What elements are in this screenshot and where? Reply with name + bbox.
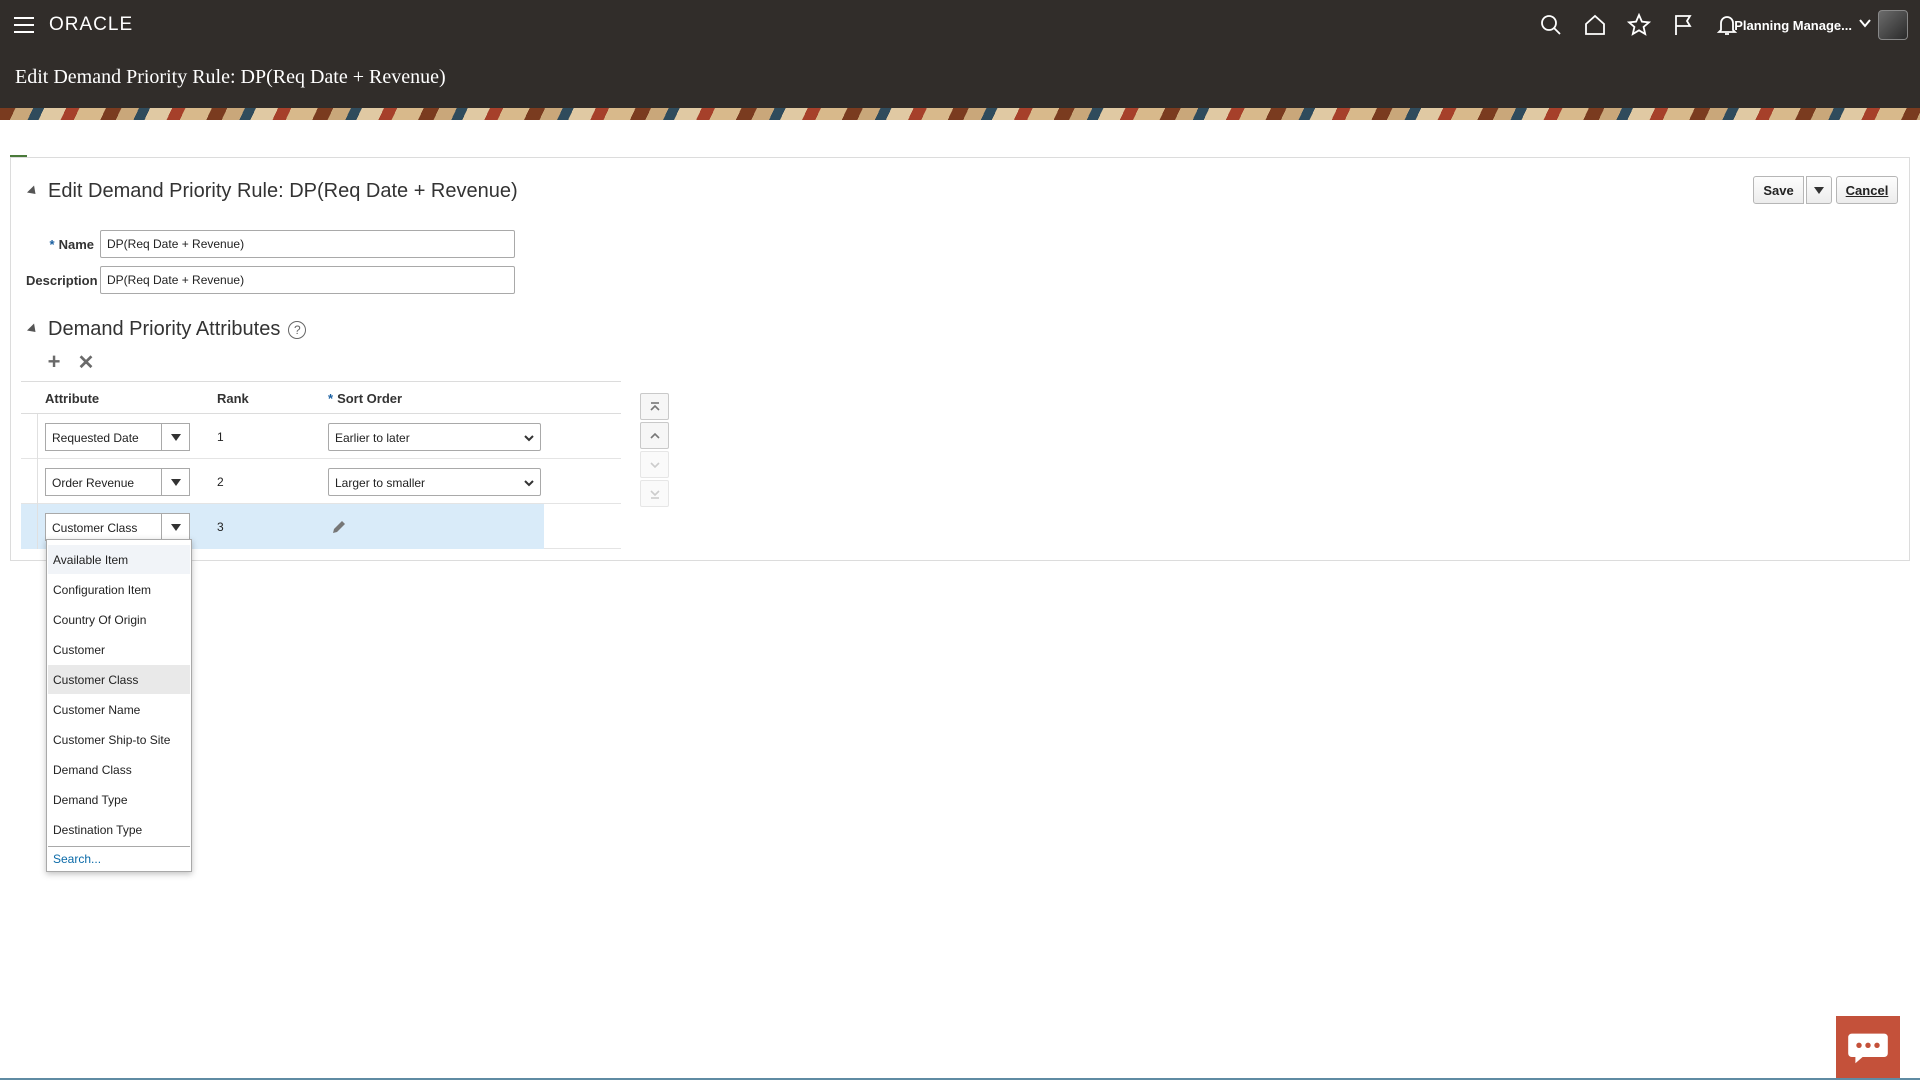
search-icon[interactable] bbox=[1538, 10, 1564, 40]
oracle-logo[interactable]: ORACLE bbox=[49, 14, 133, 36]
attribute-combobox[interactable]: Order Revenue bbox=[45, 468, 190, 496]
reorder-controls bbox=[640, 393, 669, 509]
navigator-menu-icon[interactable] bbox=[14, 17, 34, 35]
attribute-dropdown-button[interactable] bbox=[161, 514, 189, 540]
save-button[interactable]: Save bbox=[1753, 176, 1804, 204]
chevron-down-icon bbox=[524, 477, 534, 487]
triangle-down-icon bbox=[170, 433, 181, 441]
collapse-triangle-icon[interactable] bbox=[26, 185, 40, 198]
action-buttons: Save Cancel bbox=[1753, 176, 1898, 204]
panel-title: Edit Demand Priority Rule: DP(Req Date +… bbox=[48, 180, 518, 202]
attribute-value: Order Revenue bbox=[52, 476, 135, 490]
help-icon[interactable]: ? bbox=[288, 320, 307, 339]
chevron-down-icon bbox=[524, 432, 534, 442]
column-header-rank: Rank bbox=[217, 391, 249, 406]
move-to-bottom-icon[interactable] bbox=[640, 480, 669, 507]
favorites-star-icon[interactable] bbox=[1626, 10, 1652, 40]
search-link[interactable]: Search... bbox=[53, 852, 101, 866]
collapse-triangle-icon[interactable] bbox=[26, 323, 40, 336]
decorative-banner bbox=[0, 108, 1920, 120]
dropdown-divider bbox=[48, 846, 190, 847]
add-icon[interactable]: + bbox=[44, 349, 64, 374]
attribute-combobox[interactable]: Customer Class bbox=[45, 513, 190, 541]
description-label: Description bbox=[26, 273, 98, 288]
dropdown-option[interactable]: Country Of Origin bbox=[48, 605, 190, 634]
rank-value: 3 bbox=[217, 520, 224, 534]
row-gutter bbox=[21, 504, 38, 549]
dropdown-option[interactable]: Customer bbox=[48, 635, 190, 664]
name-label: * Name bbox=[44, 237, 94, 252]
page-title: Edit Demand Priority Rule: DP(Req Date +… bbox=[15, 66, 446, 88]
sort-order-select[interactable]: Earlier to later bbox=[328, 423, 541, 451]
table-row[interactable]: Requested Date 1 Earlier to later bbox=[21, 414, 621, 459]
save-options-button[interactable] bbox=[1806, 176, 1832, 204]
column-header-attribute: Attribute bbox=[45, 391, 100, 406]
dropdown-option[interactable]: Demand Class bbox=[48, 755, 190, 784]
row-gutter bbox=[21, 459, 38, 504]
panel-header: Edit Demand Priority Rule: DP(Req Date +… bbox=[26, 180, 518, 203]
sort-order-header-text: Sort Order bbox=[337, 391, 403, 406]
dropdown-option[interactable]: Demand Type bbox=[48, 785, 190, 814]
cancel-button[interactable]: Cancel bbox=[1836, 176, 1898, 204]
avatar bbox=[1878, 10, 1908, 40]
user-name: Planning Manage... bbox=[1734, 17, 1852, 33]
name-field[interactable] bbox=[100, 230, 515, 258]
attribute-combobox[interactable]: Requested Date bbox=[45, 423, 190, 451]
dropdown-option[interactable]: Configuration Item bbox=[48, 575, 190, 604]
edit-pencil-icon[interactable] bbox=[330, 518, 348, 536]
row-gutter bbox=[21, 414, 38, 459]
name-label-text: Name bbox=[58, 237, 94, 252]
rank-value: 2 bbox=[217, 475, 224, 489]
move-up-icon[interactable] bbox=[640, 422, 669, 449]
attribute-value: Requested Date bbox=[52, 431, 139, 445]
global-header: ORACLE Planning Manage... Edit Demand Pr… bbox=[0, 0, 1920, 120]
sort-order-select[interactable]: Larger to smaller bbox=[328, 468, 541, 496]
attribute-dropdown-button[interactable] bbox=[161, 469, 189, 495]
move-down-icon[interactable] bbox=[640, 451, 669, 478]
home-icon[interactable] bbox=[1582, 10, 1608, 40]
triangle-down-icon bbox=[170, 523, 181, 531]
rank-value: 1 bbox=[217, 430, 224, 444]
dropdown-option[interactable]: Available Item bbox=[48, 545, 190, 574]
attribute-value: Customer Class bbox=[52, 521, 138, 535]
triangle-down-icon bbox=[1814, 186, 1824, 194]
sort-order-value: Larger to smaller bbox=[335, 476, 426, 490]
required-marker: * bbox=[328, 391, 334, 406]
column-header-sort-order: * Sort Order bbox=[328, 391, 402, 406]
sort-order-value: Earlier to later bbox=[335, 431, 410, 445]
attributes-section-title: Demand Priority Attributes bbox=[48, 318, 281, 340]
global-icons-bar bbox=[1538, 10, 1740, 40]
dropdown-option[interactable]: Customer Ship-to Site bbox=[48, 725, 190, 754]
move-to-top-icon[interactable] bbox=[640, 393, 669, 420]
attribute-dropdown-button[interactable] bbox=[161, 424, 189, 450]
watchlist-flag-icon[interactable] bbox=[1670, 10, 1696, 40]
chat-icon[interactable] bbox=[1836, 1016, 1900, 1080]
user-menu[interactable]: Planning Manage... bbox=[1734, 10, 1908, 40]
delete-icon[interactable]: ✕ bbox=[76, 352, 96, 374]
chevron-down-icon bbox=[1858, 16, 1872, 35]
dropdown-option[interactable]: Destination Type bbox=[48, 815, 190, 844]
description-field[interactable] bbox=[100, 266, 515, 294]
attributes-section-header: Demand Priority Attributes ? bbox=[26, 318, 307, 341]
dropdown-option-selected[interactable]: Customer Class bbox=[48, 665, 190, 694]
table-row[interactable]: Order Revenue 2 Larger to smaller bbox=[21, 459, 621, 504]
required-marker: * bbox=[49, 237, 55, 252]
dropdown-option[interactable]: Customer Name bbox=[48, 695, 190, 724]
triangle-down-icon bbox=[170, 478, 181, 486]
attribute-dropdown-list: Available Item Configuration Item Countr… bbox=[46, 539, 192, 872]
table-header: Attribute Rank * Sort Order bbox=[21, 381, 621, 414]
